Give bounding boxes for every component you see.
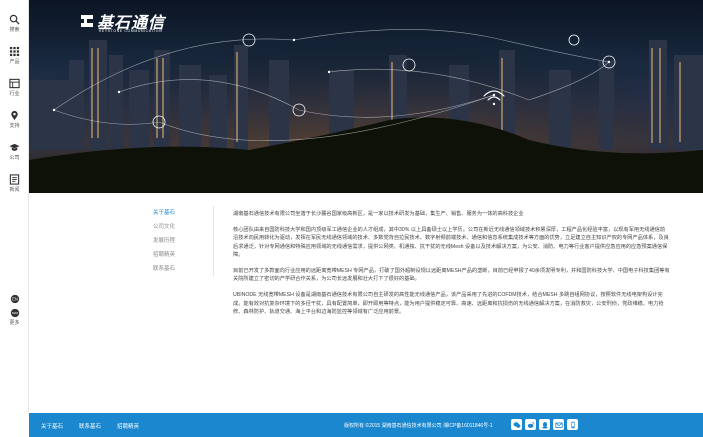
left-nav: 搜索 产品 行业 支持 公司 新闻 EN 更多 (0, 0, 29, 413)
nav-label-search: 搜索 (9, 27, 20, 33)
location-pin-icon (11, 110, 18, 121)
subnav-item-about[interactable]: 关于基石 (153, 209, 213, 223)
more-icon (10, 308, 19, 318)
footer-link-about[interactable]: 关于基石 (41, 422, 63, 430)
footer-link-careers[interactable]: 招聘精英 (117, 422, 139, 430)
qq-button[interactable] (539, 419, 550, 430)
grid-icon (9, 46, 20, 57)
weibo-icon (527, 421, 534, 428)
nav-label-company: 公司 (9, 155, 20, 161)
subnav-item-careers[interactable]: 招聘精英 (153, 251, 213, 265)
globe-icon: EN (10, 294, 19, 304)
phone-button[interactable] (567, 419, 578, 430)
nav-item-more[interactable]: 更多 (0, 304, 29, 336)
email-button[interactable] (553, 419, 564, 430)
nav-item-news[interactable]: 新闻 (0, 170, 29, 202)
nav-label-news: 新闻 (9, 187, 20, 193)
wechat-button[interactable] (511, 419, 522, 430)
nav-label-industry: 行业 (9, 91, 20, 97)
intro-paragraph: 湖南基石通信技术有限公司坐落于长沙麓谷国家级高新区，是一家以技术研发为基础，集生… (233, 211, 524, 217)
graduation-cap-icon (9, 143, 20, 151)
footer-link-contact[interactable]: 联系基石 (79, 422, 101, 430)
email-icon (554, 422, 563, 428)
svg-text:EN: EN (12, 297, 18, 302)
subnav-divider (213, 206, 214, 276)
nav-label-more: 更多 (9, 320, 20, 326)
nav-item-products[interactable]: 产品 (0, 42, 29, 74)
logo-mark-icon (81, 15, 93, 27)
nav-item-company[interactable]: 公司 (0, 138, 29, 170)
nav-item-search[interactable]: 搜索 (0, 10, 29, 42)
nav-label-products: 产品 (9, 59, 20, 65)
qq-icon (541, 421, 548, 429)
weibo-button[interactable] (525, 419, 536, 430)
news-icon (9, 174, 20, 185)
subnav-item-contact[interactable]: 联系基石 (153, 265, 213, 279)
brand-logo[interactable]: 基石通信 KEYSTONE COMMUNICATION (79, 10, 165, 33)
company-intro: 湖南基石通信技术有限公司坐落于长沙麓谷国家级高新区，是一家以技术研发为基础，集生… (233, 210, 670, 324)
products-paragraph: 目前已开发了多款面向行业应用的远距离宽带MESH 专网产品，打破了国外超制设规以… (233, 268, 670, 283)
about-subnav: 关于基石 公司文化 发展历程 招聘精英 联系基石 (153, 209, 213, 279)
search-icon (9, 14, 20, 25)
brand-subtitle: KEYSTONE COMMUNICATION (99, 29, 163, 33)
industry-icon (9, 78, 20, 89)
nav-item-industry[interactable]: 行业 (0, 74, 29, 106)
copyright-text: 版权所有 ©2015 湖南基石通信技术有限公司 湘ICP备16011846号-1 (344, 423, 493, 429)
team-paragraph: 核心团队由来自国防科技大学和国内顶级军工通信企业的人才组成，其中30% 以上具备… (233, 227, 669, 258)
hero-banner: 基石通信 KEYSTONE COMMUNICATION (29, 0, 703, 193)
language-toggle[interactable]: EN (0, 290, 29, 304)
subnav-item-culture[interactable]: 公司文化 (153, 223, 213, 237)
ubinode-paragraph: UBINODE 无线宽带MESH 设备是湖南基石通信技术有限公司自主研发的高性能… (233, 292, 664, 315)
site-footer: 关于基石 联系基石 招聘精英 版权所有 ©2015 湖南基石通信技术有限公司 湘… (29, 413, 703, 437)
subnav-item-history[interactable]: 发展历程 (153, 237, 213, 251)
page-root: 搜索 产品 行业 支持 公司 新闻 EN 更多 基石通信 KEYSTONE CO… (0, 0, 703, 437)
wechat-icon (513, 421, 520, 428)
phone-icon (570, 421, 575, 428)
nav-label-support: 支持 (9, 123, 20, 129)
nav-item-support[interactable]: 支持 (0, 106, 29, 138)
